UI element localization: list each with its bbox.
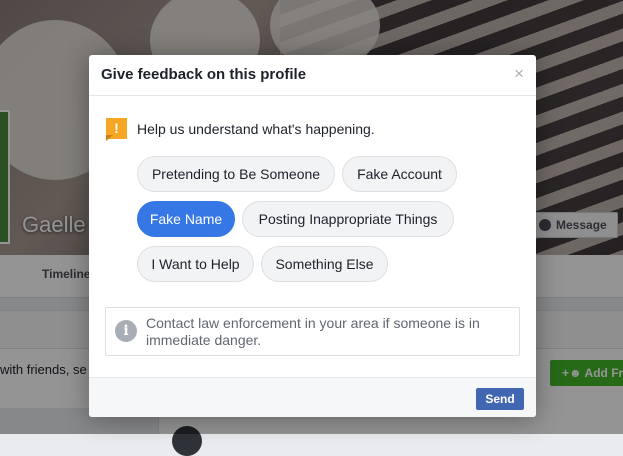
send-button[interactable]: Send <box>476 388 524 410</box>
warning-flag-tail <box>106 135 113 141</box>
option-fake-account[interactable]: Fake Account <box>342 156 457 192</box>
option-posting-inappropriate-things[interactable]: Posting Inappropriate Things <box>242 201 454 237</box>
dialog-title: Give feedback on this profile <box>101 66 307 83</box>
option-fake-name[interactable]: Fake Name <box>137 201 235 237</box>
feedback-dialog: Give feedback on this profile × ! Help u… <box>89 55 536 417</box>
notice-text: Contact law enforcement in your area if … <box>146 315 480 348</box>
option-i-want-to-help[interactable]: I Want to Help <box>137 246 254 282</box>
dialog-header: Give feedback on this profile × <box>89 55 536 96</box>
option-something-else[interactable]: Something Else <box>261 246 388 282</box>
intro-text: Help us understand what's happening. <box>137 121 375 137</box>
option-pretending-to-be-someone[interactable]: Pretending to Be Someone <box>137 156 335 192</box>
dialog-footer: Send <box>89 377 536 417</box>
safety-notice: i Contact law enforcement in your area i… <box>105 307 520 356</box>
info-icon: i <box>115 320 137 342</box>
close-icon[interactable]: × <box>514 64 524 84</box>
